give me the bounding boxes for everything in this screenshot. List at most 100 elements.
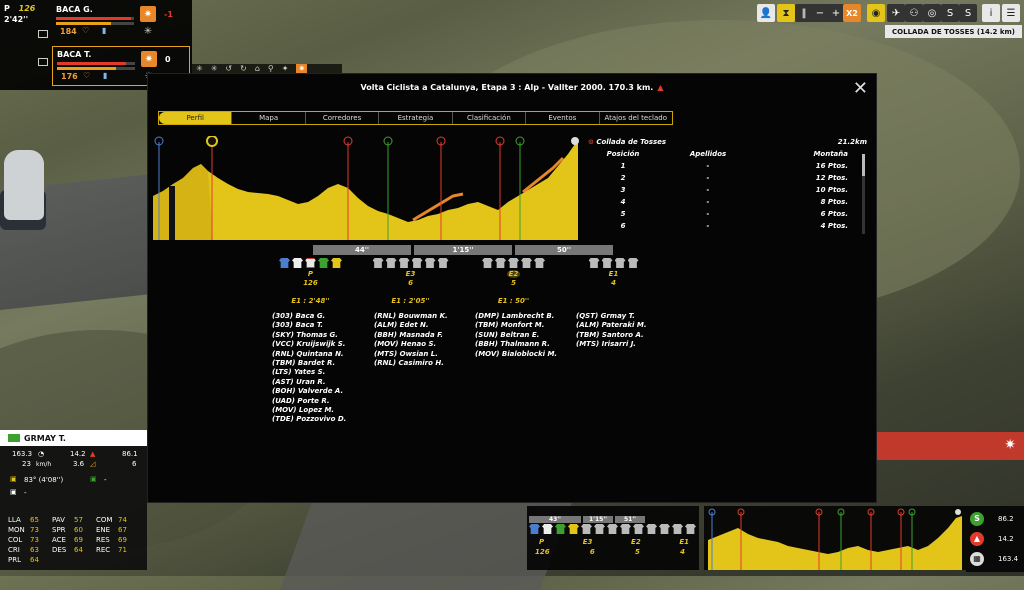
sprint-distance: 86.2 <box>998 515 1014 523</box>
jersey-icon <box>424 258 436 268</box>
stage-dialog: Volta Ciclista a Catalunya, Etapa 3 : Al… <box>147 73 877 503</box>
rider-entry[interactable]: (MOV) Henao S. <box>374 340 448 349</box>
menu-icon[interactable]: ☰ <box>1002 4 1020 22</box>
mini-profile-chart[interactable] <box>704 506 966 570</box>
info-icon[interactable]: i <box>982 4 1000 22</box>
rider-entry[interactable]: (QST) Grmay T. <box>576 312 646 321</box>
close-icon[interactable]: ✕ <box>853 78 868 99</box>
group-e2[interactable]: E2 5 <box>466 258 561 288</box>
group-e3[interactable]: E3 6 <box>363 258 458 288</box>
rider-value: 184 <box>60 27 77 36</box>
jersey-icon: ▣ <box>10 475 17 483</box>
jerseys <box>566 258 661 270</box>
rider-entry[interactable]: (303) Baca G. <box>272 312 346 321</box>
jersey-icon <box>508 258 519 268</box>
group-code: P <box>307 270 314 278</box>
action-icon[interactable]: ✳ <box>140 26 156 40</box>
group-count: 4 <box>611 279 616 287</box>
rider-entry[interactable]: (VCC) Kruijswijk S. <box>272 340 346 349</box>
stage-profile-chart[interactable] <box>153 136 583 240</box>
bike-icon[interactable]: ⚇ <box>905 4 923 22</box>
climb-distance: 21.2km <box>837 138 867 146</box>
rider-entry[interactable]: (BBH) Thalmann R. <box>475 340 557 349</box>
rider-entry[interactable]: (TDE) Pozzovivo D. <box>272 415 346 424</box>
rider-entry[interactable]: (RNL) Casimiro H. <box>374 359 448 368</box>
table-row: 3-10 Ptos. <box>620 186 848 194</box>
attack-icon[interactable]: ✷ <box>140 6 156 22</box>
rider-entry[interactable]: (SUN) Beltran E. <box>475 331 557 340</box>
jersey-icon <box>318 258 329 268</box>
rider-delta: -1 <box>164 10 173 19</box>
table-row: 2-12 Ptos. <box>620 174 848 182</box>
rider-speed: 23 <box>22 460 31 468</box>
flag-icon <box>8 434 20 442</box>
rider-entry[interactable]: (LTS) Yates S. <box>272 368 346 377</box>
rider-entry[interactable]: (MOV) Bialoblocki M. <box>475 350 557 359</box>
rider-entry[interactable]: (TBM) Monfort M. <box>475 321 557 330</box>
group-peloton[interactable]: P 126 <box>263 258 358 288</box>
rider-climb-time: 83° (4'08'') <box>24 476 64 484</box>
attack-icon[interactable]: ✷ <box>141 51 157 67</box>
kom-distance: 14.2 <box>998 535 1014 543</box>
sprint-icon-2[interactable]: S <box>959 4 977 22</box>
jersey-icon <box>521 258 532 268</box>
jersey-icon <box>385 258 397 268</box>
rider-value: 176 <box>61 72 78 81</box>
tab-eventos[interactable]: Eventos <box>526 112 600 124</box>
rider-entry[interactable]: (MTS) Irisarri J. <box>576 340 646 349</box>
rider-toggle-1[interactable] <box>38 30 48 38</box>
jersey-icon <box>372 258 384 268</box>
col-posicion: Posición <box>606 150 640 158</box>
col-apellidos: Apellidos <box>689 150 727 158</box>
rider-entry[interactable]: (SKY) Thomas G. <box>272 331 346 340</box>
tab-clasificacion[interactable]: Clasificación <box>453 112 527 124</box>
tab-atajos[interactable]: Atajos del teclado <box>600 112 672 124</box>
rider-entry[interactable]: (MTS) Owsian L. <box>374 350 448 359</box>
rider-entry[interactable]: (AST) Uran R. <box>272 378 346 387</box>
scrollbar[interactable] <box>862 154 865 234</box>
rider-entry[interactable]: (MOV) Lopez M. <box>272 406 346 415</box>
hourglass-icon[interactable]: ⧗ <box>777 4 795 22</box>
speed-button[interactable]: X2 <box>843 4 861 22</box>
tab-corredores[interactable]: Corredores <box>306 112 380 124</box>
group-time: E1 : 50'' <box>497 297 530 305</box>
rider-entry[interactable]: (ALM) Edet N. <box>374 321 448 330</box>
group-riders-list: (303) Baca G. (303) Baca T. (SKY) Thomas… <box>272 312 346 425</box>
finish-icon[interactable]: ◎ <box>923 4 941 22</box>
eye-icon[interactable]: ◉ <box>867 4 885 22</box>
tab-perfil[interactable]: Perfil <box>159 112 233 124</box>
gap-time: 2'42'' <box>4 15 29 24</box>
group-count: 5 <box>511 279 516 287</box>
col-montana: Montaña <box>813 150 848 158</box>
rider-entry[interactable]: (BOH) Valverde A. <box>272 387 346 396</box>
tab-mapa[interactable]: Mapa <box>232 112 306 124</box>
event-bar[interactable]: ✷ <box>877 432 1024 460</box>
rider-entry[interactable]: (TBM) Santoro A. <box>576 331 646 340</box>
helicopter-icon[interactable]: ✈ <box>887 4 905 22</box>
rider-toggle-2[interactable] <box>38 58 48 66</box>
tab-estrategia[interactable]: Estrategia <box>379 112 453 124</box>
rider-entry[interactable]: (DMP) Lambrecht B. <box>475 312 557 321</box>
sprint-icon[interactable]: S <box>941 4 959 22</box>
rider-entry[interactable]: (UAD) Porte R. <box>272 397 346 406</box>
rider-entry[interactable]: (RNL) Bouwman K. <box>374 312 448 321</box>
rider-distance: 163.3 <box>12 450 33 458</box>
kom-points-table: ⊙ Collada de Tosses 21.2km Posición Apel… <box>588 136 873 236</box>
gap-bar: 51'' <box>615 516 645 523</box>
sprint-icon: S <box>970 512 984 526</box>
jerseys <box>363 258 458 270</box>
rider-entry[interactable]: (TBM) Bardet R. <box>272 359 346 368</box>
rider-card[interactable]: BACA G. 184 ♡ ▮ ✷ ✳ -1 <box>52 2 190 42</box>
jerseys <box>466 258 561 270</box>
rider-val4: 6 <box>132 460 137 468</box>
rider-entry[interactable]: (ALM) Pateraki M. <box>576 321 646 330</box>
jersey-icon: ▣ <box>90 475 97 483</box>
kom-icon <box>206 136 218 147</box>
speed-unit: km/h <box>36 461 52 468</box>
rider-view-icon[interactable]: 👤 <box>757 4 775 22</box>
rider-entry[interactable]: (BBH) Masnada F. <box>374 331 448 340</box>
group-e1[interactable]: E1 4 <box>566 258 661 288</box>
rider-entry[interactable]: (RNL) Quintana N. <box>272 350 346 359</box>
jersey-icon <box>411 258 423 268</box>
rider-entry[interactable]: (303) Baca T. <box>272 321 346 330</box>
